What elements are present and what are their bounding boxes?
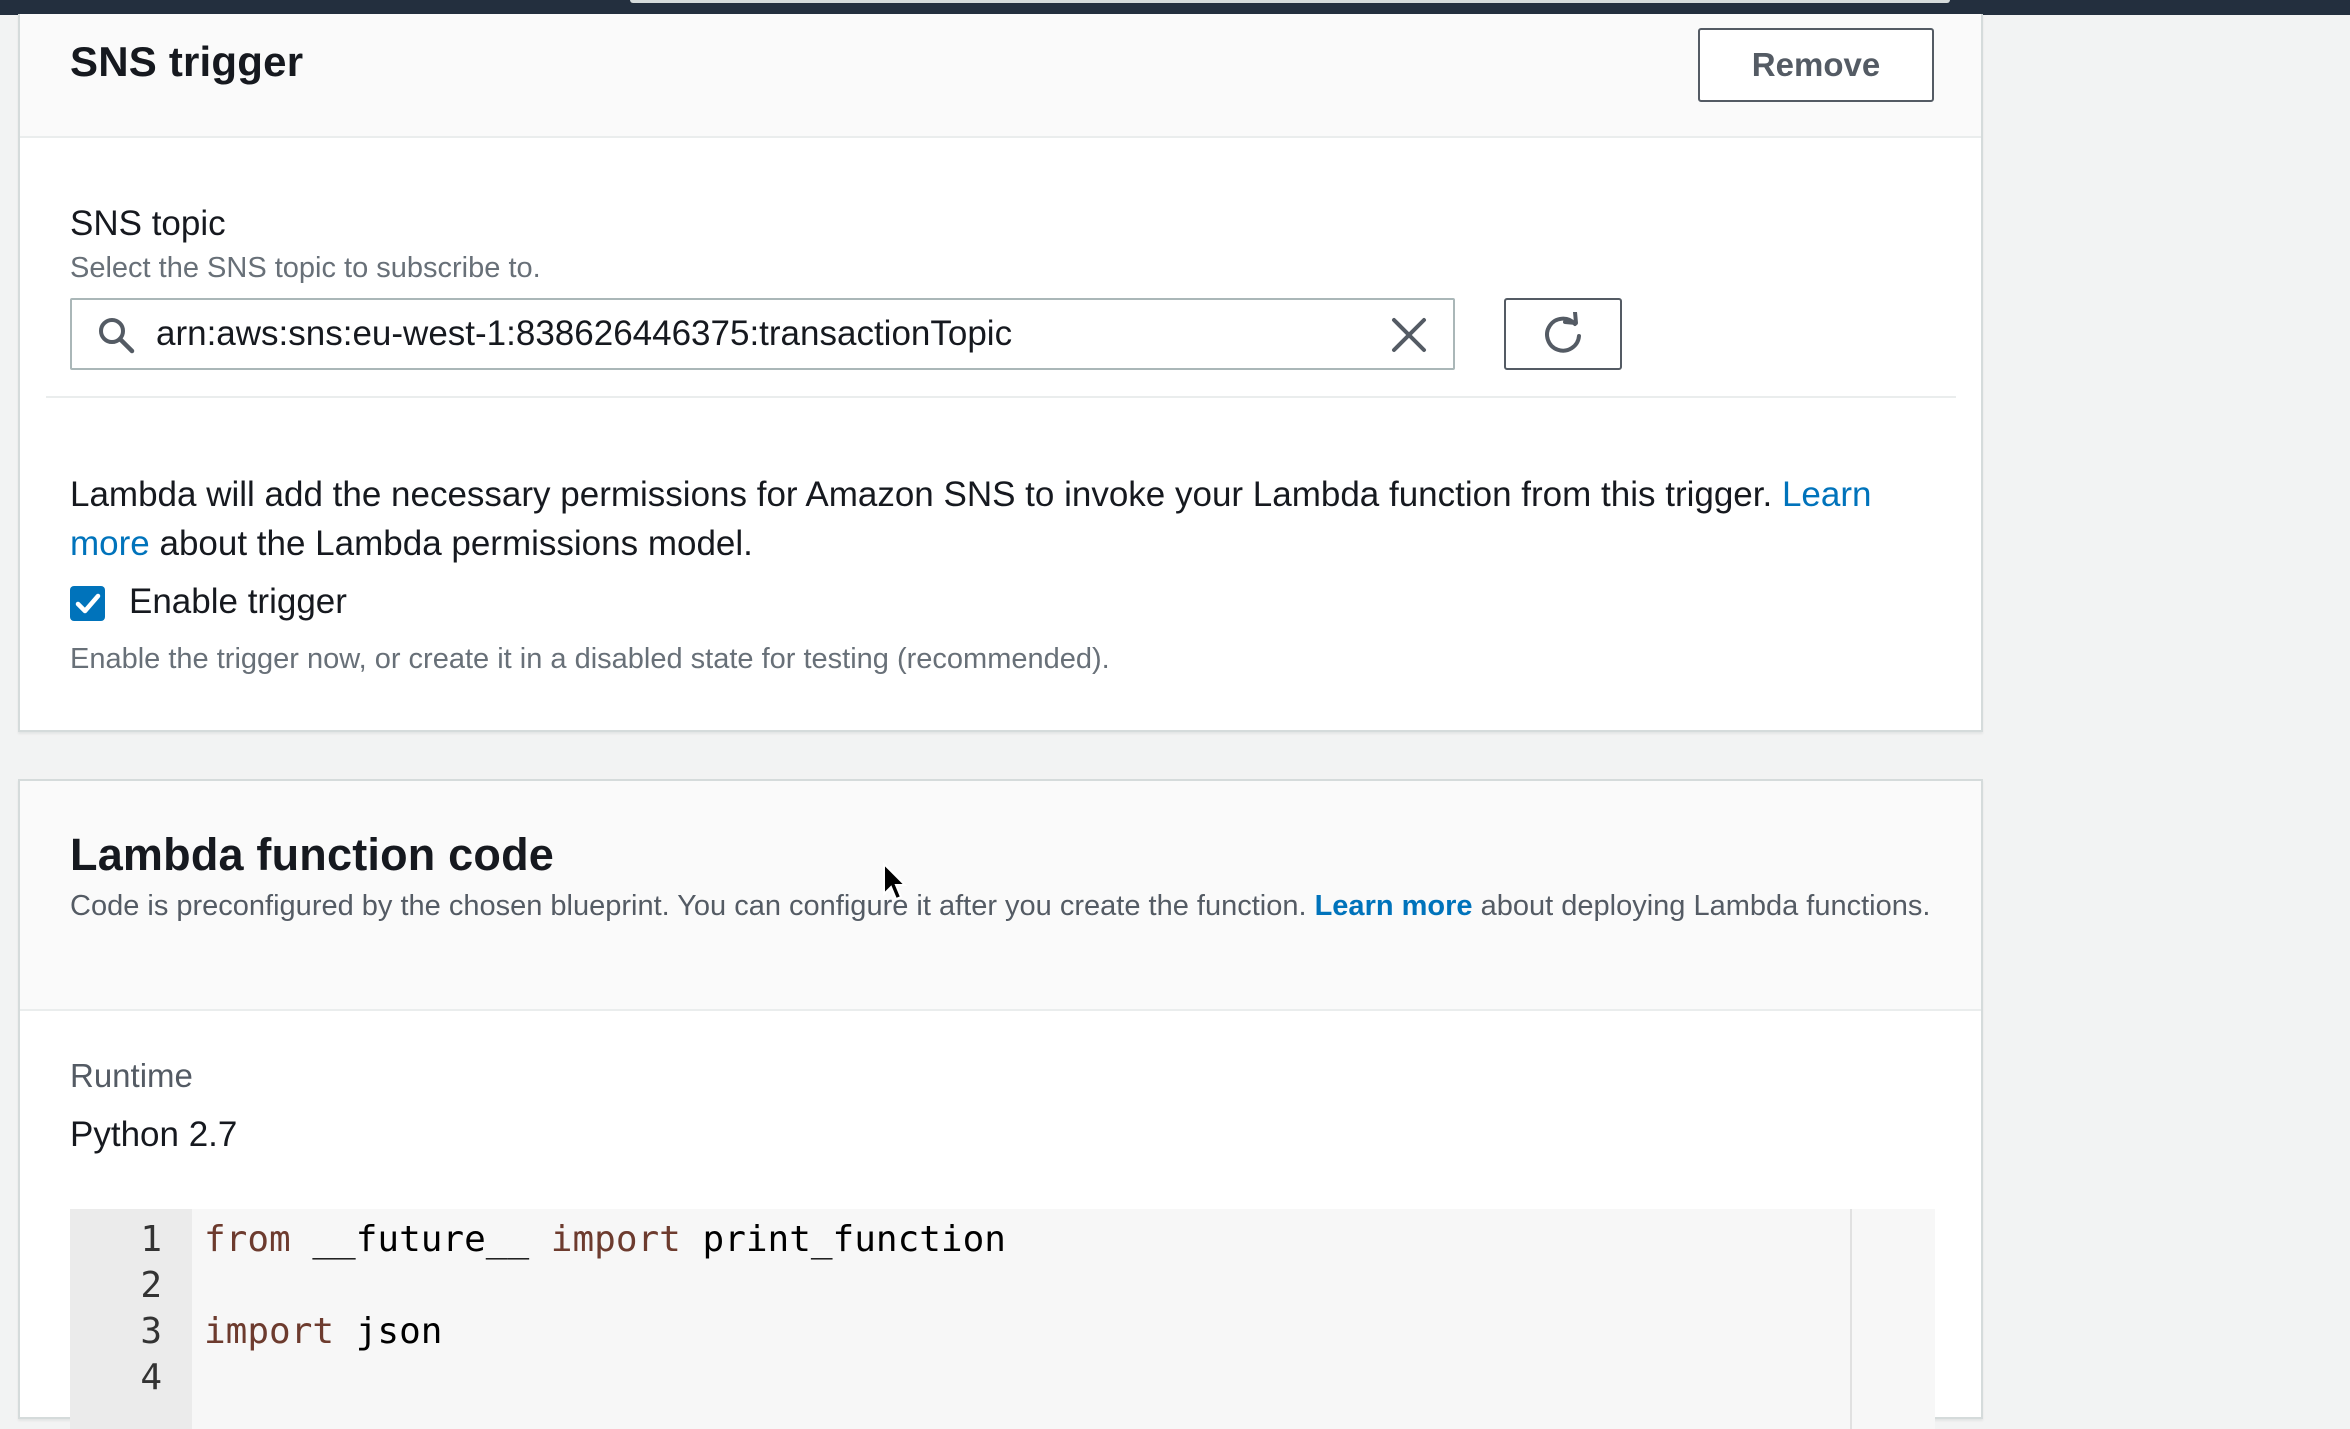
line-number: 4 [140,1357,162,1398]
sns-topic-value[interactable]: arn:aws:sns:eu-west-1:838626446375:trans… [156,314,1012,354]
code-line[interactable]: 4 [70,1357,1830,1403]
mouse-cursor-icon [883,862,908,901]
search-icon [99,318,135,354]
learn-more-deploying-link[interactable]: Learn more [1315,890,1473,922]
editor-scrollbar[interactable] [1850,1209,1852,1429]
top-search-field[interactable] [630,0,1950,3]
code-token: json [334,1311,443,1352]
code-line[interactable]: 2 [70,1265,1830,1311]
runtime-value: Python 2.7 [70,1115,238,1154]
code-description-text: Code is preconfigured by the chosen blue… [70,890,1307,922]
sns-trigger-title: SNS trigger [70,38,304,85]
section-divider [46,396,1956,398]
remove-button[interactable]: Remove [1698,28,1934,102]
permissions-text-after: about the Lambda permissions model. [159,524,753,563]
code-keyword: from [204,1219,291,1260]
code-token: __future__ [290,1219,551,1260]
checkmark-icon [75,593,101,614]
line-code: from __future__ import print_function [204,1219,1006,1260]
sns-trigger-header: SNS trigger Remove [20,14,1981,138]
permissions-info-text: Lambda will add the necessary permission… [70,470,1950,568]
sns-topic-description: Select the SNS topic to subscribe to. [70,252,541,284]
code-keyword: import [550,1219,681,1260]
clear-icon[interactable] [1390,316,1428,354]
code-line[interactable]: 3 import json [70,1311,1830,1357]
lambda-code-title: Lambda function code [70,829,555,880]
line-number: 3 [140,1311,162,1352]
lambda-code-description: Code is preconfigured by the chosen blue… [70,888,1950,925]
sns-trigger-panel: SNS trigger Remove SNS topic Select the … [18,14,1983,732]
line-number: 1 [140,1219,162,1260]
code-editor[interactable]: 1 from __future__ import print_function 2 3… [70,1209,1935,1429]
code-keyword: import [204,1311,335,1352]
runtime-label: Runtime [70,1057,193,1094]
sns-topic-search-input[interactable]: arn:aws:sns:eu-west-1:838626446375:trans… [70,298,1455,370]
line-code: import json [204,1311,442,1352]
permissions-text: Lambda will add the necessary permission… [70,475,1773,514]
enable-trigger-description: Enable the trigger now, or create it in … [70,643,1110,675]
enable-trigger-label[interactable]: Enable trigger [129,582,347,622]
code-line[interactable]: 1 from __future__ import print_function [70,1219,1830,1265]
code-token: print_function [680,1219,1006,1260]
code-description-text-after: about deploying Lambda functions. [1480,890,1931,922]
line-number: 2 [140,1265,162,1306]
enable-trigger-checkbox[interactable] [70,586,105,621]
refresh-button[interactable] [1504,298,1622,370]
lambda-function-code-panel: Lambda function code Code is preconfigur… [18,779,1983,1429]
sns-topic-label: SNS topic [70,204,226,243]
top-navigation-bar [0,0,2350,15]
lambda-code-header: Lambda function code Code is preconfigur… [20,781,1981,1011]
refresh-icon [1545,312,1581,353]
